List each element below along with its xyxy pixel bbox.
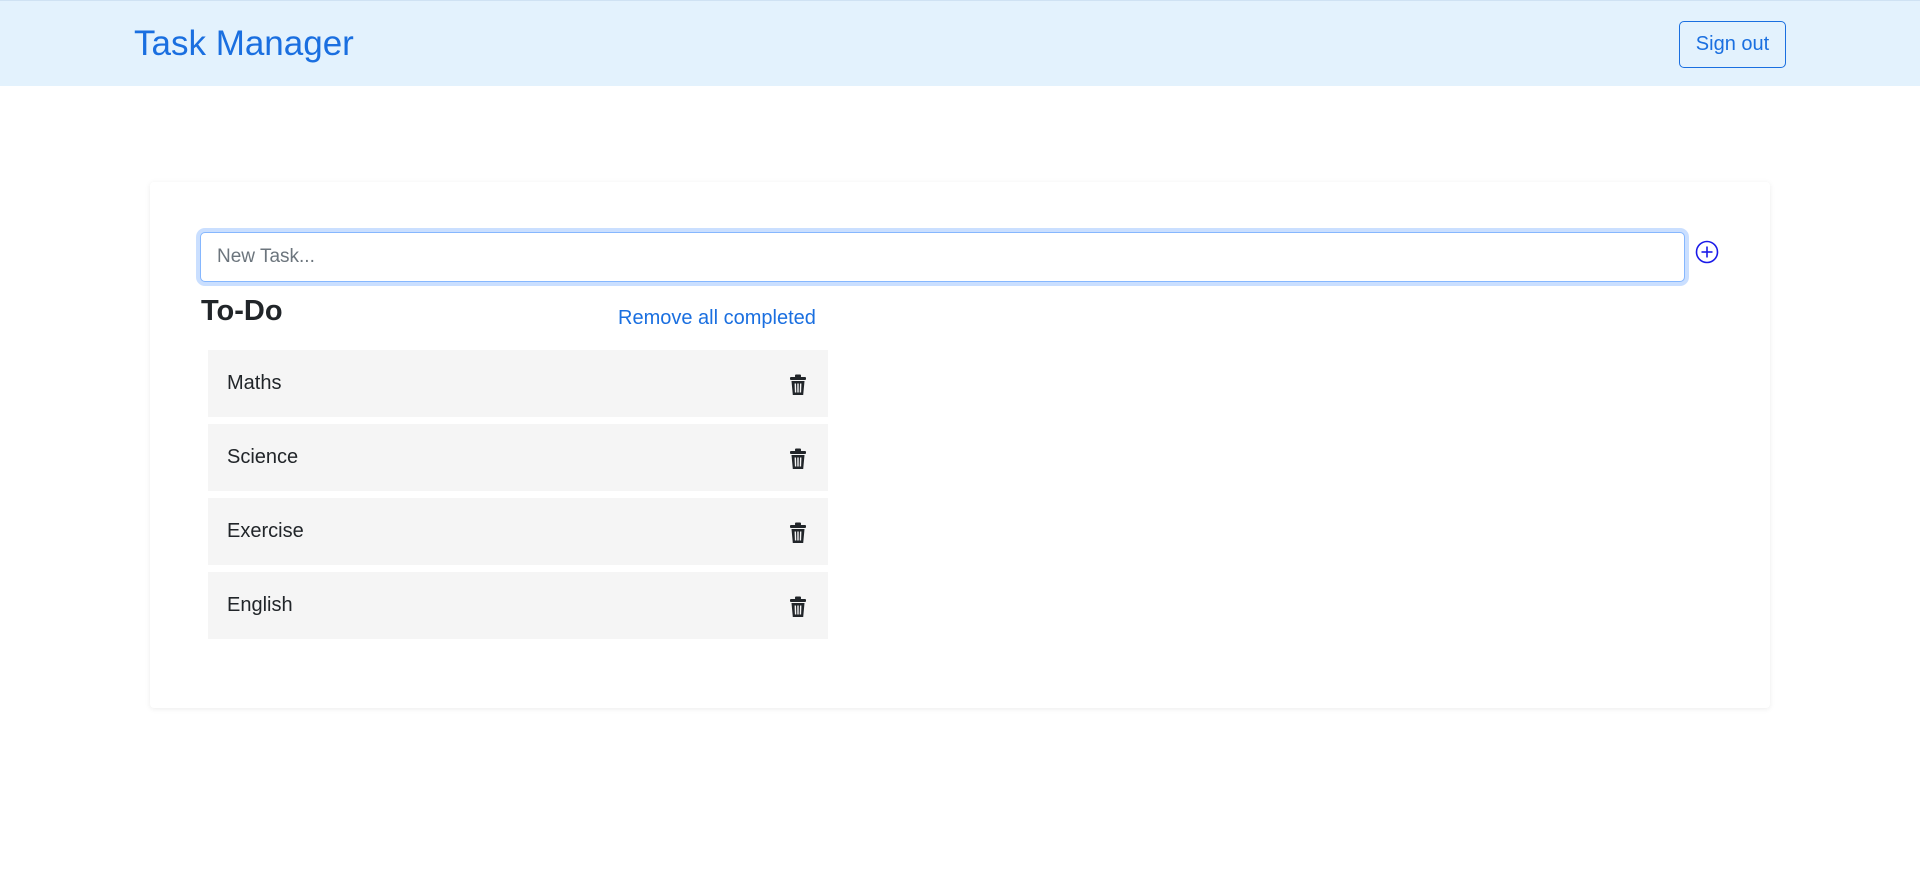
task-list: Maths Science Exercise English [208, 350, 828, 646]
sign-out-button[interactable]: Sign out [1679, 21, 1786, 68]
task-item[interactable]: Exercise [208, 498, 828, 565]
new-task-input[interactable] [200, 232, 1685, 282]
trash-icon[interactable] [788, 374, 808, 396]
task-item[interactable]: Science [208, 424, 828, 491]
trash-icon[interactable] [788, 448, 808, 470]
task-item[interactable]: English [208, 572, 828, 639]
trash-icon[interactable] [788, 596, 808, 618]
task-label: English [227, 594, 293, 616]
plus-circle-icon [1695, 240, 1719, 264]
app-title[interactable]: Task Manager [134, 23, 354, 65]
task-item[interactable]: Maths [208, 350, 828, 417]
todo-heading: To-Do [201, 295, 283, 327]
add-task-button[interactable] [1694, 239, 1720, 265]
task-label: Maths [227, 372, 282, 394]
remove-all-completed-link[interactable]: Remove all completed [618, 307, 816, 330]
task-label: Science [227, 446, 299, 468]
task-label: Exercise [227, 520, 304, 542]
navbar: Task Manager Sign out [0, 0, 1920, 86]
trash-icon[interactable] [788, 522, 808, 544]
